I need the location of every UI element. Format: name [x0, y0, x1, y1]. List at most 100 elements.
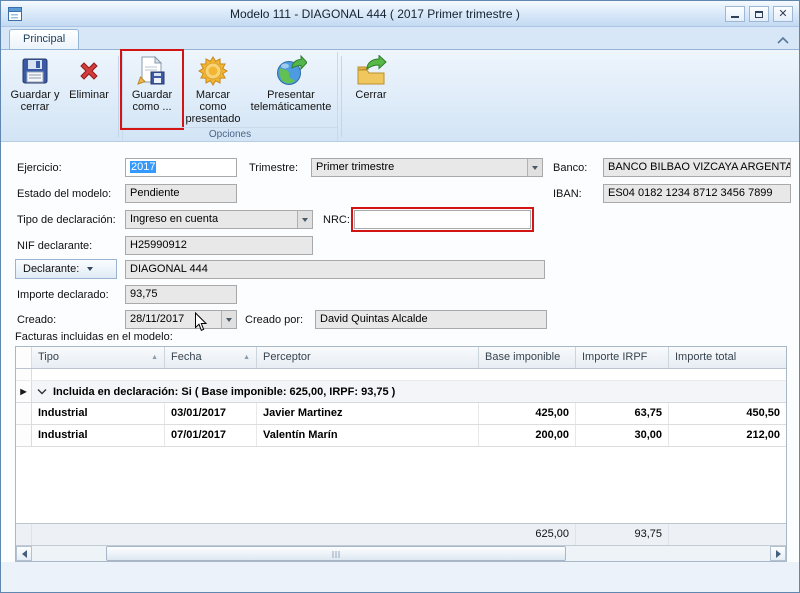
nrc-label: NRC: [323, 214, 350, 226]
column-header-importe-irpf[interactable]: Importe IRPF [576, 347, 669, 368]
column-header-base-imponible[interactable]: Base imponible [479, 347, 576, 368]
ribbon-tabstrip: Principal [1, 27, 799, 49]
tipo-declaracion-dropdown[interactable]: Ingreso en cuenta [125, 210, 313, 229]
banco-value: BANCO BILBAO VIZCAYA ARGENTARIA [608, 161, 791, 173]
ribbon-group-left: Guardar y cerrar Eliminar [7, 52, 115, 141]
row-indicator-cell [16, 369, 32, 380]
trimestre-value: Primer trimestre [316, 161, 394, 173]
ribbon-group-opciones: Guardar como ... Marcar como presentado [122, 52, 338, 141]
chevron-down-icon[interactable] [527, 159, 542, 176]
grid-empty-area [16, 447, 786, 523]
cell-importe-total[interactable]: 212,00 [669, 425, 786, 446]
creado-por-label: Creado por: [245, 314, 303, 326]
current-row-indicator-icon: ▶ [16, 381, 32, 402]
estado-modelo-field[interactable]: Pendiente [125, 184, 237, 203]
cell-fecha[interactable]: 03/01/2017 [165, 403, 257, 424]
tipo-declaracion-value: Ingreso en cuenta [130, 213, 218, 225]
cell-fecha[interactable]: 07/01/2017 [165, 425, 257, 446]
row-indicator-header [16, 347, 32, 368]
window-bottom-strip [1, 562, 799, 592]
cerrar-label: Cerrar [355, 89, 386, 101]
scrollbar-thumb[interactable] [106, 546, 566, 561]
creado-por-value: David Quintas Alcalde [320, 313, 428, 325]
column-header-fecha[interactable]: Fecha▲ [165, 347, 257, 368]
scroll-right-arrow[interactable] [770, 546, 786, 561]
close-folder-arrow-icon [355, 55, 387, 87]
cell-tipo[interactable]: Industrial [32, 403, 165, 424]
ribbon-group-label-opciones: Opciones [123, 127, 337, 142]
column-header-tipo[interactable]: Tipo▲ [32, 347, 165, 368]
close-button[interactable]: ✕ [773, 6, 793, 22]
chevron-down-icon[interactable] [221, 311, 236, 328]
cell-importe-irpf[interactable]: 63,75 [576, 403, 669, 424]
sort-asc-icon: ▲ [151, 347, 158, 368]
horizontal-scrollbar[interactable] [16, 545, 786, 561]
nif-declarante-label: NIF declarante: [17, 240, 92, 252]
cell-base-imponible[interactable]: 425,00 [479, 403, 576, 424]
creado-label: Creado: [17, 314, 56, 326]
ejercicio-field[interactable]: 2017 [125, 158, 237, 177]
declarante-value: DIAGONAL 444 [130, 263, 208, 275]
grid-group-row[interactable]: ▶ Incluida en declaración: Si ( Base imp… [16, 381, 786, 403]
cell-perceptor[interactable]: Javier Martinez [257, 403, 479, 424]
creado-date-dropdown[interactable]: 28/11/2017 [125, 310, 237, 329]
banco-field[interactable]: BANCO BILBAO VIZCAYA ARGENTARIA [603, 158, 791, 177]
cell-importe-irpf[interactable]: 30,00 [576, 425, 669, 446]
presentar-telematicamente-button[interactable]: Presentar telemáticamente [245, 52, 337, 127]
scrollbar-grip-icon [333, 551, 340, 558]
window-icon [7, 6, 23, 22]
cell-importe-total[interactable]: 450,50 [669, 403, 786, 424]
nif-declarante-field[interactable]: H25990912 [125, 236, 313, 255]
collapse-chevron-icon[interactable] [37, 388, 47, 395]
ejercicio-value: 2017 [130, 161, 156, 173]
iban-value: ES04 0182 1234 8712 3456 7899 [608, 187, 773, 199]
ribbon-group-right: Cerrar [345, 52, 397, 141]
maximize-button[interactable] [749, 6, 769, 22]
cerrar-button[interactable]: Cerrar [345, 52, 397, 127]
trimestre-dropdown[interactable]: Primer trimestre [311, 158, 543, 177]
iban-field[interactable]: ES04 0182 1234 8712 3456 7899 [603, 184, 791, 203]
eliminar-label: Eliminar [69, 89, 109, 101]
minimize-icon [731, 11, 739, 18]
eliminar-button[interactable]: Eliminar [63, 52, 115, 127]
importe-declarado-field[interactable]: 93,75 [125, 285, 237, 304]
total-base-imponible: 625,00 [479, 524, 576, 545]
presentar-telematicamente-label: Presentar telemáticamente [245, 89, 337, 113]
globe-upload-icon [275, 55, 307, 87]
total-importe-irpf: 93,75 [576, 524, 669, 545]
trimestre-label: Trimestre: [249, 162, 298, 174]
grid-row-2[interactable]: Industrial 07/01/2017 Valentín Marín 200… [16, 425, 786, 447]
row-indicator-cell [16, 425, 32, 446]
nif-declarante-value: H25990912 [130, 239, 187, 251]
mouse-cursor [194, 312, 207, 332]
minimize-button[interactable] [725, 6, 745, 22]
estado-modelo-label: Estado del modelo: [17, 188, 111, 200]
chevron-down-icon[interactable] [297, 211, 312, 228]
window-title: Modelo 111 - DIAGONAL 444 ( 2017 Primer … [41, 1, 709, 27]
declarante-selector-button[interactable]: Declarante: [15, 259, 117, 279]
facturas-incluidas-label: Facturas incluidas en el modelo: [15, 331, 173, 343]
grid-row-1[interactable]: Industrial 03/01/2017 Javier Martinez 42… [16, 403, 786, 425]
guardar-como-button[interactable]: Guardar como ... [123, 52, 181, 127]
column-header-importe-total[interactable]: Importe total [669, 347, 786, 368]
column-header-perceptor[interactable]: Perceptor [257, 347, 479, 368]
save-icon [19, 55, 51, 87]
grid-header-row: Tipo▲ Fecha▲ Perceptor Base imponible Im… [16, 347, 786, 369]
scroll-left-arrow[interactable] [16, 546, 32, 561]
save-as-icon [136, 55, 168, 87]
app-window: Modelo 111 - DIAGONAL 444 ( 2017 Primer … [0, 0, 800, 593]
ribbon-collapse-button[interactable] [776, 33, 790, 44]
tab-principal[interactable]: Principal [9, 29, 79, 49]
maximize-icon [755, 11, 763, 18]
guardar-y-cerrar-button[interactable]: Guardar y cerrar [7, 52, 63, 127]
cell-base-imponible[interactable]: 200,00 [479, 425, 576, 446]
declarante-field[interactable]: DIAGONAL 444 [125, 260, 545, 279]
cell-tipo[interactable]: Industrial [32, 425, 165, 446]
nrc-field[interactable] [354, 210, 531, 229]
marcar-presentado-button[interactable]: Marcar como presentado [181, 52, 245, 127]
cell-perceptor[interactable]: Valentín Marín [257, 425, 479, 446]
group-row-text: Incluida en declaración: Si ( Base impon… [53, 386, 395, 398]
creado-por-field[interactable]: David Quintas Alcalde [315, 310, 547, 329]
banco-label: Banco: [553, 162, 587, 174]
importe-declarado-label: Importe declarado: [17, 289, 109, 301]
